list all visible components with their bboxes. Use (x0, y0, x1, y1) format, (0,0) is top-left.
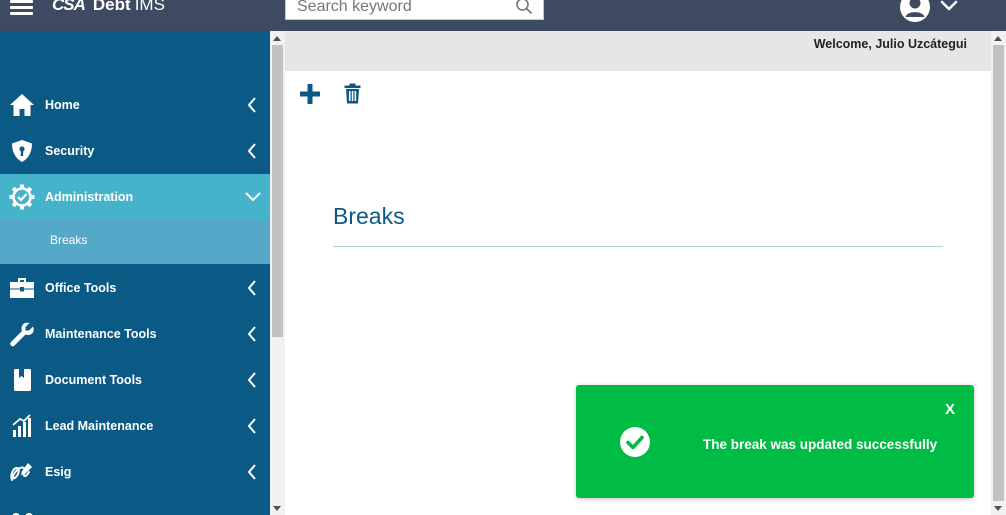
page-title: Breaks (333, 203, 405, 229)
sidebar-item-lead-maintenance[interactable]: Lead Maintenance (0, 403, 270, 449)
hamburger-menu-icon[interactable] (10, 0, 33, 16)
app-name-rest: IMS (134, 0, 165, 14)
book-icon (9, 367, 35, 393)
chevron-left-icon (247, 280, 256, 296)
toast-close-button[interactable]: X (945, 401, 955, 418)
sidebar-item-label: Document Tools (45, 373, 142, 387)
gear-check-icon (9, 184, 35, 210)
sidebar-item-document-tools[interactable]: Document Tools (0, 357, 270, 403)
sidebar-item-label: Home (45, 98, 80, 112)
toast-message: The break was updated successfully (703, 437, 938, 452)
scrollbar-thumb[interactable] (272, 45, 283, 337)
home-icon (9, 92, 35, 118)
wrench-icon (9, 321, 35, 347)
chevron-left-icon (247, 372, 256, 388)
top-bar: CSA Debt IMS (0, 0, 1006, 31)
sidebar-subitem-label: Breaks (50, 233, 88, 247)
sidebar: Home Security Administration Breaks Offi… (0, 31, 270, 515)
sidebar-item-label: Lead Maintenance (45, 419, 154, 433)
sidebar-item-office-tools[interactable]: Office Tools (0, 265, 270, 311)
chevron-left-icon (247, 418, 256, 434)
chevron-left-icon (247, 97, 256, 113)
chevron-left-icon (247, 326, 256, 342)
sidebar-item-home[interactable]: Home (0, 82, 270, 128)
chevron-left-icon (247, 464, 256, 480)
sidebar-item-esig[interactable]: Esig (0, 449, 270, 495)
sidebar-scrollbar[interactable] (270, 31, 285, 515)
success-toast: X The break was updated successfully (576, 385, 974, 498)
check-circle-icon (620, 427, 650, 457)
shield-icon (9, 138, 35, 164)
page-scrollbar[interactable] (991, 31, 1006, 515)
sidebar-subitem-breaks[interactable]: Breaks (0, 220, 270, 264)
bar-chart-icon (9, 413, 35, 439)
sidebar-item-label: Maintenance Tools (45, 327, 157, 341)
user-menu[interactable] (900, 0, 962, 22)
app-name-bold: Debt (92, 0, 131, 14)
chevron-down-icon (245, 192, 261, 202)
search-box (285, 0, 544, 20)
sidebar-item-label: Esig (45, 465, 72, 479)
app-logo: CSA Debt IMS (52, 0, 165, 16)
search-icon[interactable] (515, 0, 533, 15)
sidebar-item-label: Security (45, 144, 95, 158)
signature-icon (9, 459, 35, 485)
toolbox-icon (9, 275, 35, 301)
sidebar-item-security[interactable]: Security (0, 128, 270, 174)
logo-mark: CSA (52, 0, 86, 14)
plus-icon[interactable] (299, 83, 321, 105)
search-input[interactable] (286, 0, 511, 19)
scroll-down-arrow-icon[interactable] (273, 506, 281, 511)
scroll-up-arrow-icon[interactable] (994, 36, 1002, 41)
sidebar-item-label: Administration (45, 190, 134, 204)
scroll-up-arrow-icon[interactable] (273, 36, 281, 41)
title-divider (333, 246, 943, 247)
users-icon (10, 508, 36, 515)
welcome-bar: Welcome, Julio Uzcátegui (285, 31, 991, 71)
welcome-text: Welcome, Julio Uzcátegui (813, 37, 967, 51)
sidebar-item-administration[interactable]: Administration (0, 174, 270, 220)
sidebar-item-label: Office Tools (45, 281, 117, 295)
chevron-down-icon[interactable] (940, 0, 958, 12)
scroll-down-arrow-icon[interactable] (994, 506, 1002, 511)
sidebar-item-maintenance-tools[interactable]: Maintenance Tools (0, 311, 270, 357)
trash-icon[interactable] (344, 83, 361, 104)
chevron-left-icon (247, 143, 256, 159)
user-circle-icon[interactable] (900, 0, 930, 22)
scrollbar-thumb[interactable] (993, 45, 1004, 501)
